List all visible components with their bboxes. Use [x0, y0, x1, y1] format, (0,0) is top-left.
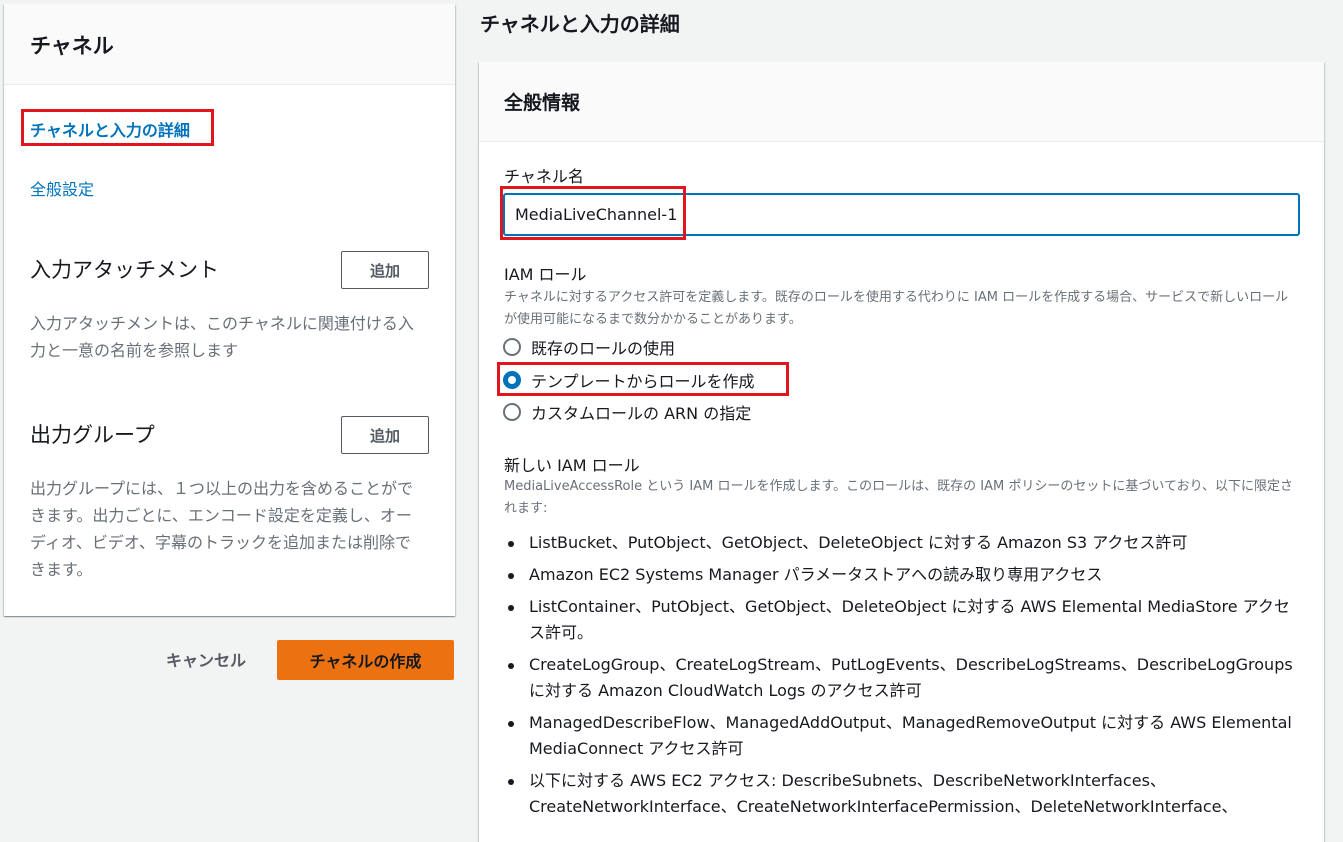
radio-label: カスタムロールの ARN の指定 [531, 404, 752, 423]
list-item: ListBucket、PutObject、GetObject、DeleteObj… [504, 530, 1304, 556]
channel-name-label: チャネル名 [504, 167, 584, 186]
iam-role-label: IAM ロール [504, 265, 587, 284]
general-info-panel: 全般情報 チャネル名 IAM ロール チャネルに対するアクセス許可を定義します。… [479, 62, 1324, 842]
input-attachments-title: 入力アタッチメント [30, 258, 219, 282]
list-item: ListContainer、PutObject、GetObject、Delete… [504, 594, 1304, 646]
page-heading: チャネルと入力の詳細 [480, 12, 680, 36]
nav-panel-title: チャネル [30, 34, 114, 58]
permissions-list: ListBucket、PutObject、GetObject、DeleteObj… [504, 530, 1304, 826]
nav-link-general-settings[interactable]: 全般設定 [30, 176, 94, 200]
nav-link-channel-input-details[interactable]: チャネルと入力の詳細 [30, 117, 190, 141]
new-iam-role-description: MediaLiveAccessRole という IAM ロールを作成します。この… [504, 479, 1294, 516]
radio-custom-role-arn[interactable]: カスタムロールの ARN の指定 [503, 400, 751, 424]
output-groups-title: 出力グループ [30, 423, 155, 447]
radio-button-icon[interactable] [503, 403, 521, 421]
general-info-title: 全般情報 [504, 92, 581, 114]
add-input-attachment-button[interactable]: 追加 [341, 251, 429, 289]
cancel-button[interactable]: キャンセル [150, 643, 262, 675]
radio-use-existing-role[interactable]: 既存のロールの使用 [503, 335, 675, 359]
channel-nav-panel: チャネル チャネルと入力の詳細 全般設定 入力アタッチメント 追加 入力アタッチ… [4, 4, 455, 616]
list-item: CreateLogGroup、CreateLogStream、PutLogEve… [504, 652, 1304, 704]
output-groups-description: 出力グループには、１つ以上の出力を含めることができます。出力ごとに、エンコード設… [30, 479, 414, 579]
list-item: Amazon EC2 Systems Manager パラメータストアへの読み取… [504, 562, 1304, 588]
list-item: 以下に対する AWS EC2 アクセス: DescribeSubnets、Des… [504, 768, 1304, 820]
radio-create-from-template[interactable]: テンプレートからロールを作成 [503, 368, 755, 392]
create-channel-button[interactable]: チャネルの作成 [277, 640, 454, 680]
radio-label: 既存のロールの使用 [531, 339, 676, 358]
radio-button-checked-icon[interactable] [503, 371, 521, 389]
input-attachments-description: 入力アタッチメントは、このチャネルに関連付ける入力と一意の名前を参照します [30, 314, 414, 360]
list-item: ManagedDescribeFlow、ManagedAddOutput、Man… [504, 710, 1304, 762]
general-info-header: 全般情報 [479, 62, 1324, 142]
new-iam-role-label: 新しい IAM ロール [504, 456, 640, 475]
radio-button-icon[interactable] [503, 338, 521, 356]
nav-panel-header: チャネル [4, 4, 455, 85]
add-output-group-button[interactable]: 追加 [341, 416, 429, 454]
iam-role-description: チャネルに対するアクセス許可を定義します。既存のロールを使用する代わりに IAM… [504, 290, 1289, 327]
channel-name-input[interactable] [504, 194, 1299, 235]
radio-label: テンプレートからロールを作成 [531, 372, 755, 391]
